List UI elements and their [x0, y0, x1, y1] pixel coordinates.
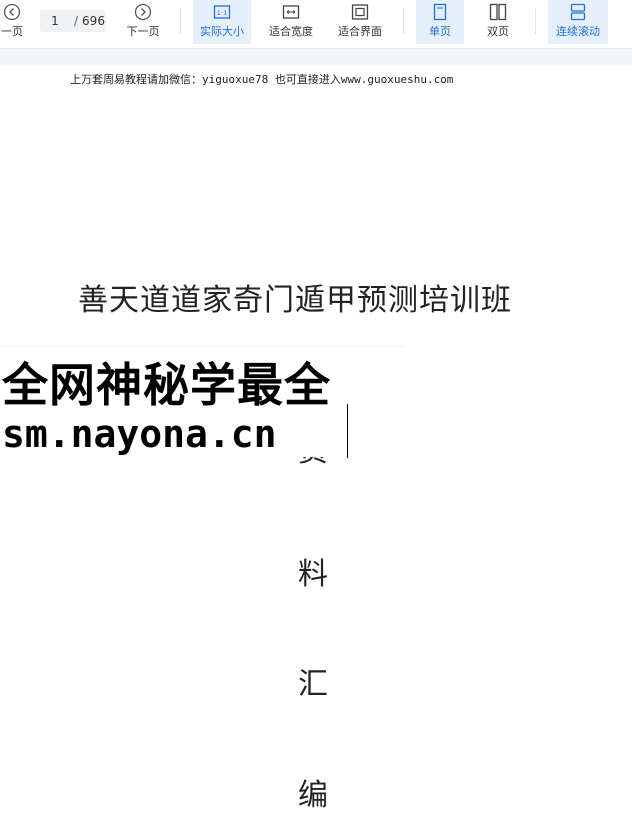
vertical-char: 编 — [298, 778, 328, 813]
actual-size-icon: 1:1 — [213, 5, 231, 19]
total-pages: 696 — [82, 14, 105, 28]
fit-width-icon — [282, 5, 300, 19]
next-page-label: 下一页 — [126, 25, 160, 38]
prev-page-button[interactable]: 一页 — [0, 0, 32, 44]
chevron-left-circle-icon — [3, 3, 21, 21]
prev-page-label: 一页 — [1, 25, 23, 38]
next-page-button[interactable]: 下一页 — [118, 0, 168, 44]
viewer-toolbar: 一页 1 / 696 下一页 1:1 实际大小 适合宽度 适合界面 单页 双页 … — [0, 0, 632, 49]
watermark-url: sm.nayona.cn — [2, 412, 277, 456]
page-number-box: 1 / 696 — [40, 10, 106, 32]
toolbar-divider — [535, 8, 536, 34]
current-page-input[interactable]: 1 — [40, 14, 70, 28]
double-page-icon — [489, 3, 507, 21]
fit-page-icon — [351, 4, 369, 20]
continuous-scroll-button[interactable]: 连续滚动 — [548, 0, 608, 44]
svg-text:1:1: 1:1 — [217, 9, 227, 17]
fit-page-button[interactable]: 适合界面 — [331, 0, 389, 44]
double-page-label: 双页 — [487, 25, 509, 38]
actual-size-button[interactable]: 1:1 实际大小 — [193, 0, 251, 44]
single-page-icon — [433, 3, 447, 21]
header-note: 上万套周易教程请加微信：yiguoxue78 也可直接进入www.guoxues… — [70, 73, 454, 86]
toolbar-divider — [180, 8, 181, 34]
page-separator: / — [74, 14, 79, 28]
toolbar-shadow-strip — [0, 49, 632, 65]
vertical-char: 料 — [298, 557, 328, 592]
document-title: 善天道道家奇门遁甲预测培训班 — [78, 283, 512, 318]
chevron-right-circle-icon — [134, 3, 152, 21]
single-page-label: 单页 — [429, 25, 451, 38]
fit-width-label: 适合宽度 — [269, 25, 313, 38]
fit-page-label: 适合界面 — [338, 25, 382, 38]
toolbar-divider — [403, 8, 404, 34]
continuous-scroll-icon — [570, 3, 586, 21]
continuous-scroll-label: 连续滚动 — [556, 25, 600, 38]
single-page-button[interactable]: 单页 — [416, 0, 464, 44]
watermark-title: 全网神秘学最全 — [2, 358, 331, 412]
actual-size-label: 实际大小 — [200, 25, 244, 38]
text-caret — [347, 404, 348, 458]
double-page-button[interactable]: 双页 — [474, 0, 522, 44]
vertical-char: 汇 — [298, 667, 328, 702]
fit-width-button[interactable]: 适合宽度 — [262, 0, 320, 44]
